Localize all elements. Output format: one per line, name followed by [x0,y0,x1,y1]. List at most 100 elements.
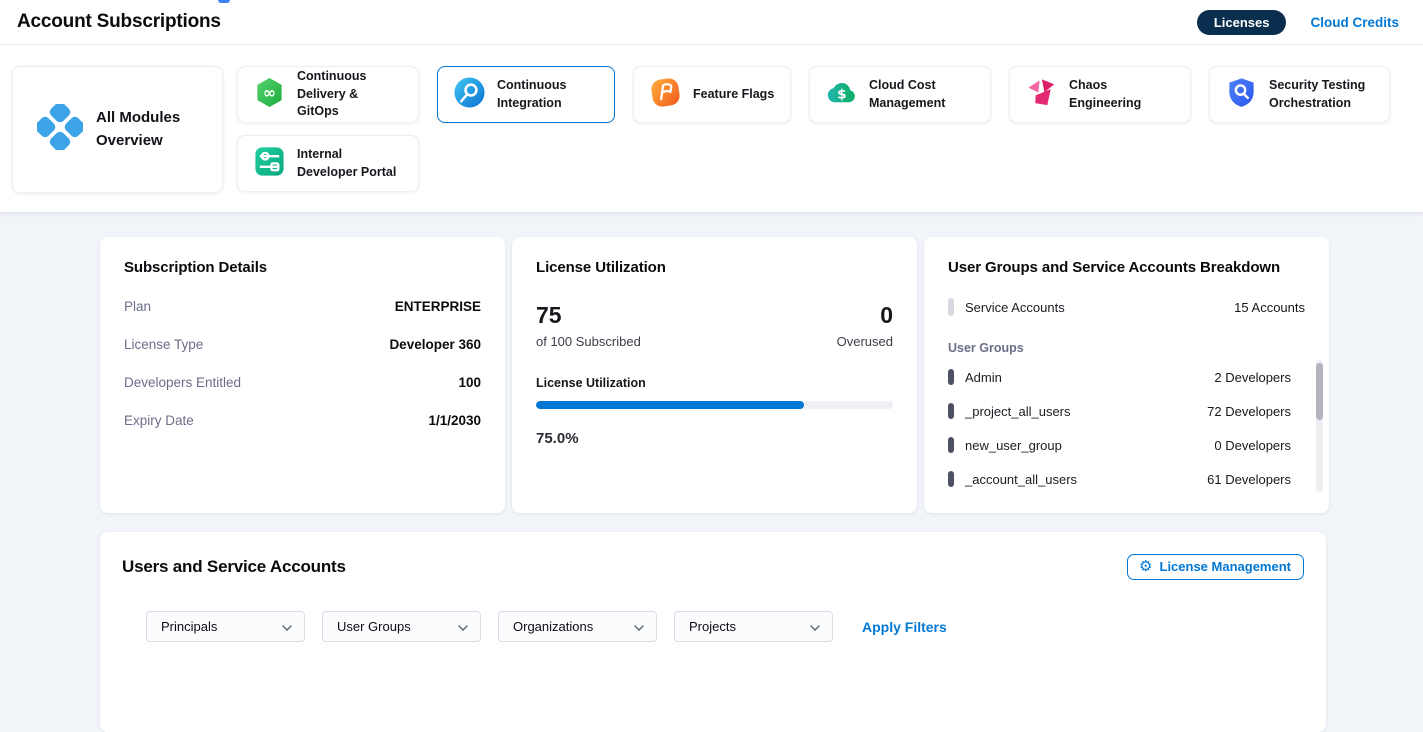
groups-scrollbar-thumb[interactable] [1316,363,1323,420]
tile-continuous-integration[interactable]: Continuous Integration [437,66,615,123]
organizations-dropdown-label: Organizations [513,619,593,634]
filters-row: Principals User Groups Organizations Pro… [146,611,1304,642]
user-group-value: 72 Developers [1207,404,1291,419]
user-group-marker-icon [948,471,954,487]
detail-row: License Type Developer 360 [124,337,481,352]
service-accounts-value: 15 Accounts [1234,300,1305,315]
tab-cloud-credits[interactable]: Cloud Credits [1310,15,1399,30]
chaos-pinwheel-icon [1025,76,1058,114]
user-group-row: _project_all_users 72 Developers [948,394,1291,428]
detail-label: Plan [124,299,151,314]
module-tiles-strip: All Modules Overview ∞ Continuous Delive… [0,45,1423,212]
shield-magnifier-icon [1225,76,1258,114]
user-groups-label: User Groups [948,341,1305,355]
module-tiles-row-1: ∞ Continuous Delivery & GitOps [237,66,1390,123]
sliders-icon [253,145,286,183]
organizations-dropdown[interactable]: Organizations [498,611,657,642]
subscription-details-card: Subscription Details Plan ENTERPRISE Lic… [100,237,505,513]
user-group-marker-icon [948,403,954,419]
user-group-row: _account_all_users 61 Developers [948,462,1291,496]
overused-block: 0 Overused [837,302,893,349]
used-count: 75 [536,302,641,329]
service-accounts-row: Service Accounts 15 Accounts [948,298,1305,316]
tile-chaos-engineering[interactable]: Chaos Engineering [1009,66,1191,123]
user-groups-dropdown[interactable]: User Groups [322,611,481,642]
tile-internal-developer-portal[interactable]: Internal Developer Portal [237,135,419,192]
summary-cards-row: Subscription Details Plan ENTERPRISE Lic… [0,212,1423,513]
ci-circle-magnifier-icon [453,76,486,114]
user-group-value: 61 Developers [1207,472,1291,487]
users-service-accounts-card: Users and Service Accounts ⚙ License Man… [100,532,1326,732]
users-section-title: Users and Service Accounts [122,557,346,577]
user-group-row: Admin 2 Developers [948,360,1291,394]
tile-all-modules-overview[interactable]: All Modules Overview [12,66,223,193]
tile-feature-flags[interactable]: Feature Flags [633,66,791,123]
feature-flag-icon [649,76,682,114]
utilization-bar-track [536,401,893,409]
user-group-value: 2 Developers [1214,370,1291,385]
license-utilization-title: License Utilization [536,259,893,276]
chevron-down-icon [634,619,644,634]
module-tile-label: Chaos Engineering [1069,77,1175,112]
overused-caption: Overused [837,334,893,349]
module-tile-label: Internal Developer Portal [297,146,403,181]
gear-icon: ⚙ [1139,559,1152,574]
chevron-down-icon [810,619,820,634]
overused-count: 0 [837,302,893,329]
chevron-down-icon [282,619,292,634]
service-accounts-label: Service Accounts [965,300,1065,315]
license-management-label: License Management [1160,559,1292,574]
utilization-percent: 75.0% [536,430,893,447]
chevron-down-icon [458,619,468,634]
cd-gitops-hexagon-infinity-icon: ∞ [253,76,286,114]
apply-filters-link[interactable]: Apply Filters [862,619,947,635]
detail-row: Expiry Date 1/1/2030 [124,413,481,428]
svg-text:∞: ∞ [263,83,276,101]
license-utilization-card: License Utilization 75 of 100 Subscribed… [512,237,917,513]
groups-scrollbar-track[interactable] [1316,360,1323,492]
user-group-name: new_user_group [965,438,1062,453]
module-tile-label: Continuous Integration [497,77,583,112]
principals-dropdown[interactable]: Principals [146,611,305,642]
user-group-name: _account_all_users [965,472,1077,487]
detail-label: Developers Entitled [124,375,241,390]
tile-continuous-delivery-gitops[interactable]: ∞ Continuous Delivery & GitOps [237,66,419,123]
breakdown-title: User Groups and Service Accounts Breakdo… [948,259,1305,276]
page-title: Account Subscriptions [17,11,221,33]
detail-row: Plan ENTERPRISE [124,299,481,314]
used-block: 75 of 100 Subscribed [536,302,641,349]
subscription-details-title: Subscription Details [124,259,481,276]
user-groups-list: Admin 2 Developers _project_all_users 72… [948,360,1305,496]
license-management-button[interactable]: ⚙ License Management [1127,554,1304,580]
detail-value: 1/1/2030 [428,413,481,428]
module-tiles: ∞ Continuous Delivery & GitOps [237,66,1390,192]
user-group-value: 0 Developers [1214,438,1291,453]
page-header: Account Subscriptions Licenses Cloud Cre… [0,0,1423,45]
top-section: Account Subscriptions Licenses Cloud Cre… [0,0,1423,212]
users-section-header: Users and Service Accounts ⚙ License Man… [122,554,1304,580]
detail-value: ENTERPRISE [395,299,481,314]
tab-licenses[interactable]: Licenses [1197,10,1287,35]
all-modules-icon [37,104,83,155]
utilization-bar-fill [536,401,804,409]
user-group-row: new_user_group 0 Developers [948,428,1291,462]
user-group-name: Admin [965,370,1002,385]
detail-value: Developer 360 [389,337,481,352]
detail-row: Developers Entitled 100 [124,375,481,390]
user-groups-dropdown-label: User Groups [337,619,411,634]
tile-security-testing-orchestration[interactable]: Security Testing Orchestration [1209,66,1390,123]
detail-label: License Type [124,337,203,352]
all-modules-overview-label: All Modules Overview [96,107,212,152]
utilization-numbers: 75 of 100 Subscribed 0 Overused [536,302,893,349]
user-group-name: _project_all_users [965,404,1071,419]
tile-cloud-cost-management[interactable]: $ Cloud Cost Management [809,66,991,123]
projects-dropdown-label: Projects [689,619,736,634]
svg-text:$: $ [837,86,846,102]
utilization-bar-label: License Utilization [536,376,893,390]
module-tile-label: Cloud Cost Management [869,77,965,112]
projects-dropdown[interactable]: Projects [674,611,833,642]
breakdown-card: User Groups and Service Accounts Breakdo… [924,237,1329,513]
module-tile-label: Continuous Delivery & GitOps [297,68,403,121]
module-tiles-row-2: Internal Developer Portal [237,135,1390,192]
detail-label: Expiry Date [124,413,194,428]
